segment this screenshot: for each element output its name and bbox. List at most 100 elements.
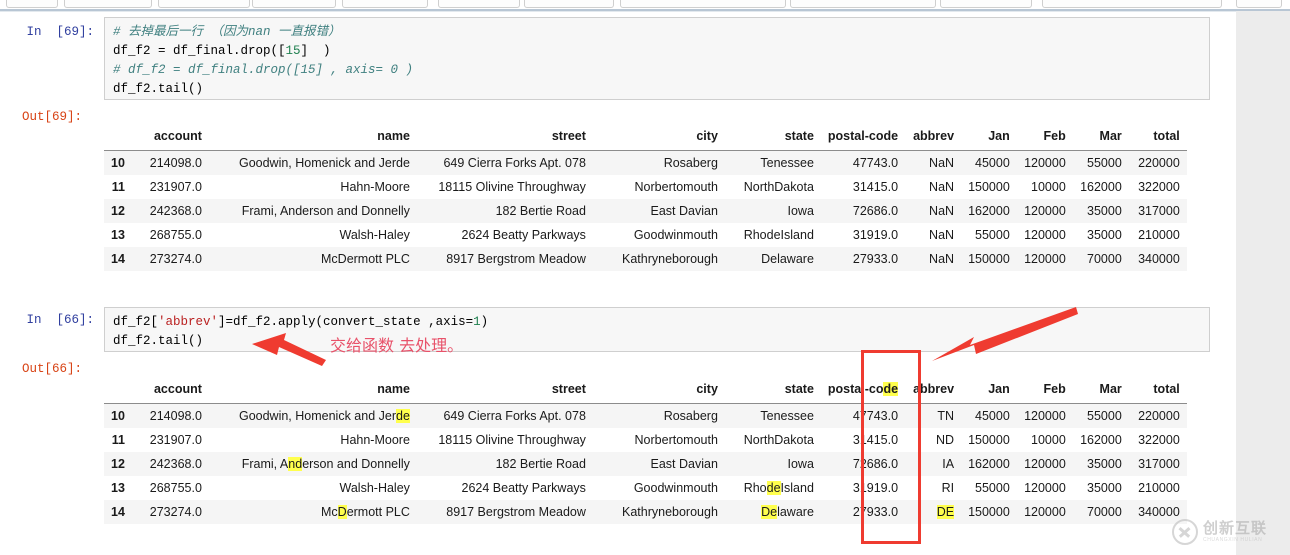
cell-postal-code: 27933.0 xyxy=(820,247,906,271)
toolbar-button[interactable] xyxy=(524,0,614,8)
cell-street: 649 Cierra Forks Apt. 078 xyxy=(416,403,593,428)
toolbar-button[interactable] xyxy=(64,0,152,8)
cell-street: 649 Cierra Forks Apt. 078 xyxy=(416,150,593,175)
cell-jan: 150000 xyxy=(961,247,1017,271)
cell-jan: 150000 xyxy=(961,175,1017,199)
table-row: 11 231907.0 Hahn-Moore 18115 Olivine Throug… xyxy=(104,175,1187,199)
toolbar-button[interactable] xyxy=(1042,0,1222,8)
table-row: 12 242368.0 Frami, Anderson and Donnelly 18… xyxy=(104,452,1187,476)
cell-1-input-prompt: In [69]: xyxy=(26,25,94,39)
toolbar-button[interactable] xyxy=(620,0,786,8)
cell-feb: 120000 xyxy=(1016,150,1073,175)
cell-account: 231907.0 xyxy=(130,175,209,199)
cell-city: Rosaberg xyxy=(592,150,725,175)
cell-state-text-tail: Island xyxy=(780,481,814,495)
cell-jan: 55000 xyxy=(961,476,1017,500)
toolbar-button[interactable] xyxy=(940,0,1032,8)
cell-mar: 70000 xyxy=(1072,500,1129,524)
notebook-page: In [69]: # 去掉最后一行 （因为nan 一直报错） df_f2 = d… xyxy=(0,0,1290,555)
cell-total: 317000 xyxy=(1128,452,1187,476)
cell-name-text: Goodwin, Homenick and Jer xyxy=(238,409,396,423)
cell-total: 220000 xyxy=(1128,150,1187,175)
cell-feb: 10000 xyxy=(1016,428,1073,452)
cell-total: 220000 xyxy=(1128,403,1187,428)
cell-state: Delaware xyxy=(724,500,821,524)
toolbar-button[interactable] xyxy=(790,0,936,8)
col-header-feb: Feb xyxy=(1016,124,1073,151)
toolbar-button[interactable] xyxy=(158,0,250,8)
cell-postal-code: 31415.0 xyxy=(820,175,906,199)
cell-jan: 55000 xyxy=(961,223,1017,247)
cell-city: East Davian xyxy=(592,452,725,476)
toolbar-button[interactable] xyxy=(6,0,58,8)
toolbar-button[interactable] xyxy=(252,0,336,8)
cell-abbrev: NaN xyxy=(905,247,962,271)
toolbar-button[interactable] xyxy=(1236,0,1282,8)
cell-name: Walsh-Haley xyxy=(208,476,417,500)
col-header-total: total xyxy=(1128,124,1187,151)
cell-1-code-editor[interactable]: # 去掉最后一行 （因为nan 一直报错） df_f2 = df_final.d… xyxy=(104,17,1210,100)
cell-account: 273274.0 xyxy=(130,247,209,271)
cell-feb: 120000 xyxy=(1016,476,1073,500)
cell-index: 12 xyxy=(104,452,131,476)
cell-city: Rosaberg xyxy=(592,403,725,428)
col-header-state: state xyxy=(724,124,821,151)
postal-code-highlight: de xyxy=(883,382,899,396)
cell-name-text: Frami, A xyxy=(241,457,289,471)
cell-state: Iowa xyxy=(724,199,821,223)
cell-street: 2624 Beatty Parkways xyxy=(416,223,593,247)
toolbar-sliver xyxy=(0,0,1290,9)
cell-abbrev: NaN xyxy=(905,150,962,175)
toolbar-divider2 xyxy=(0,11,1290,12)
cell-postal-code: 31415.0 xyxy=(820,428,906,452)
code-number: 15 xyxy=(285,44,301,58)
toolbar-button[interactable] xyxy=(342,0,428,8)
cell-total: 317000 xyxy=(1128,199,1187,223)
cell-feb: 120000 xyxy=(1016,403,1073,428)
code-line: df_f2 = df_final.drop([15] ) xyxy=(113,42,1201,61)
col-header-mar: Mar xyxy=(1072,124,1129,151)
cell-index: 10 xyxy=(104,403,131,428)
cell-mar: 70000 xyxy=(1072,247,1129,271)
code-number: 1 xyxy=(473,315,481,329)
cell-abbrev: TN xyxy=(905,403,962,428)
code-comment: # 去掉最后一行 （因为nan 一直报错） xyxy=(113,25,341,39)
cell-name-text-tail: erson and Donnelly xyxy=(302,457,410,471)
cell-account: 214098.0 xyxy=(130,150,209,175)
cell-feb: 120000 xyxy=(1016,452,1073,476)
cell-feb: 120000 xyxy=(1016,223,1073,247)
cell-mar: 35000 xyxy=(1072,223,1129,247)
col-header-postal-code: postal-code xyxy=(820,124,906,151)
table-row: 10 214098.0 Goodwin, Homenick and Jerde 649… xyxy=(104,403,1187,428)
cell-postal-code: 72686.0 xyxy=(820,452,906,476)
cell-name-highlight: de xyxy=(396,409,410,423)
cell-city: Norbertomouth xyxy=(592,428,725,452)
cell-total: 322000 xyxy=(1128,428,1187,452)
cell-state-text: Tenessee xyxy=(760,409,814,423)
cell-jan: 45000 xyxy=(961,403,1017,428)
cell-account: 242368.0 xyxy=(130,452,209,476)
cell-postal-code: 31919.0 xyxy=(820,476,906,500)
cell-total: 322000 xyxy=(1128,175,1187,199)
col-header-city: city xyxy=(592,377,725,404)
col-header-postal-code: postal-code xyxy=(820,377,906,404)
code-line: # 去掉最后一行 （因为nan 一直报错） xyxy=(113,23,1201,42)
col-header-index xyxy=(104,124,131,151)
watermark-cn-text: 创新互联 xyxy=(1203,520,1268,537)
cell-index: 13 xyxy=(104,476,131,500)
cell-total: 210000 xyxy=(1128,476,1187,500)
cell-postal-code: 27933.0 xyxy=(820,500,906,524)
cell-state: Tenessee xyxy=(724,150,821,175)
cell-abbrev: IA xyxy=(905,452,962,476)
cell-jan: 45000 xyxy=(961,150,1017,175)
table-row: 13 268755.0 Walsh-Haley 2624 Beatty Parkway… xyxy=(104,223,1187,247)
cell-name-text-tail: ermott PLC xyxy=(346,505,410,519)
table-row: 12 242368.0 Frami, Anderson and Donnelly 18… xyxy=(104,199,1187,223)
cell-city: Goodwinmouth xyxy=(592,223,725,247)
toolbar-button[interactable] xyxy=(438,0,520,8)
cell-name: Goodwin, Homenick and Jerde xyxy=(208,403,417,428)
cell-state: Delaware xyxy=(724,247,821,271)
col-header-jan: Jan xyxy=(961,377,1017,404)
cell-account: 268755.0 xyxy=(130,476,209,500)
col-header-name: name xyxy=(208,124,417,151)
